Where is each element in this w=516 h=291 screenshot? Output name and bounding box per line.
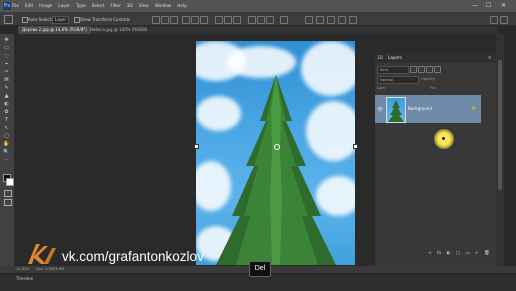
move-tool-preset-icon[interactable]	[4, 15, 13, 24]
dodge-tool-icon[interactable]: ◐	[3, 101, 10, 107]
3d-rotate-icon[interactable]	[316, 16, 324, 24]
clone-stamp-tool-icon[interactable]: ▲	[3, 93, 10, 99]
quick-select-tool-icon[interactable]: ⌖	[3, 61, 10, 67]
lock-label: Lock:	[377, 86, 387, 90]
align-bottom-icon[interactable]	[200, 16, 208, 24]
tab-3d[interactable]: 3D	[377, 55, 383, 60]
transform-controls-label: Show Transform Controls	[80, 17, 130, 22]
align-left-icon[interactable]	[152, 16, 160, 24]
filter-shape-icon[interactable]	[434, 66, 441, 73]
distribute-hc-icon[interactable]	[257, 16, 265, 24]
group-icon[interactable]: ▭	[465, 251, 469, 256]
channel-logo	[28, 244, 56, 264]
pen-tool-icon[interactable]: ✿	[3, 109, 10, 115]
3d-roll-icon[interactable]	[327, 16, 335, 24]
search-icon[interactable]	[500, 16, 508, 24]
menu-layer[interactable]: Layer	[58, 3, 70, 8]
zoom-level[interactable]: 14,63%	[16, 267, 30, 271]
hand-tool-icon[interactable]: ✋	[3, 141, 10, 147]
menu-window[interactable]: Window	[155, 3, 172, 8]
menu-select[interactable]: Select	[92, 3, 105, 8]
transform-center-icon[interactable]	[274, 144, 280, 150]
layer-thumbnail	[386, 97, 406, 123]
distribute-h-icon[interactable]	[248, 16, 256, 24]
lasso-tool-icon[interactable]: ◌	[3, 53, 10, 59]
3d-drag-icon[interactable]	[338, 16, 346, 24]
menu-type[interactable]: Type	[76, 3, 86, 8]
align-right-icon[interactable]	[170, 16, 178, 24]
menu-view[interactable]: View	[139, 3, 149, 8]
delete-layer-icon[interactable]: 🗑	[484, 251, 490, 256]
watermark-text: vk.com/grafantonkozlov	[62, 249, 204, 264]
layer-filter-kind[interactable]: Kind	[377, 66, 409, 74]
tab-document-2[interactable]: Небеса.jpg @ 100% (RGB/8)	[86, 26, 151, 34]
document-info: Doc: 4,5M/4,5M	[36, 267, 65, 271]
filter-type-icon[interactable]	[426, 66, 433, 73]
minimize-button[interactable]: —	[472, 2, 478, 9]
mask-icon[interactable]: ◐	[447, 251, 451, 256]
marquee-tool-icon[interactable]: ▭	[3, 45, 10, 51]
filter-adjust-icon[interactable]	[418, 66, 425, 73]
document-canvas[interactable]	[196, 41, 355, 265]
menu-filter[interactable]: Filter	[110, 3, 120, 8]
more-options-icon[interactable]	[280, 16, 288, 24]
distribute-center-icon[interactable]	[224, 16, 232, 24]
panel-menu-icon[interactable]: ≡	[488, 55, 492, 60]
quick-mask-icon[interactable]	[4, 190, 12, 197]
crop-tool-icon[interactable]: ✂	[3, 69, 10, 75]
link-icon[interactable]: ∞	[428, 251, 432, 256]
menu-edit[interactable]: Edit	[25, 3, 33, 8]
screen-mode-icon[interactable]	[4, 199, 12, 206]
menu-list: File Edit Image Layer Type Select Filter…	[12, 3, 187, 8]
adjustment-icon[interactable]: ▢	[456, 251, 460, 256]
maximize-button[interactable]: ☐	[486, 2, 491, 9]
distribute-right-icon[interactable]	[266, 16, 274, 24]
layers-bottom-bar: ∞ fx ◐ ▢ ▭ + 🗑	[374, 250, 496, 258]
auto-select-dropdown[interactable]: Layer	[52, 16, 70, 24]
mouse-cursor	[442, 137, 445, 140]
background-color-swatch[interactable]	[6, 178, 14, 186]
tab-document-1[interactable]: Дерево 2.jpg @ 14,6% (RGB/8*)	[18, 26, 91, 34]
keystroke-indicator: Del	[249, 261, 271, 277]
fill-label: Fill:	[430, 86, 437, 90]
distribute-bottom-icon[interactable]	[233, 16, 241, 24]
type-tool-icon[interactable]: T	[3, 117, 10, 123]
align-top-icon[interactable]	[182, 16, 190, 24]
align-center-icon[interactable]	[161, 16, 169, 24]
blend-mode-select[interactable]: Normal	[377, 76, 419, 84]
menu-image[interactable]: Image	[39, 3, 52, 8]
visibility-eye-icon[interactable]: 👁	[377, 107, 383, 113]
tab-layers[interactable]: Layers	[388, 55, 402, 60]
zoom-tool-icon[interactable]: 🔍	[3, 149, 10, 155]
more-tools-icon[interactable]: ⋯	[3, 157, 10, 163]
menu-3d[interactable]: 3D	[127, 3, 133, 8]
auto-select-label: Auto-Select:	[28, 17, 53, 22]
distribute-icon[interactable]	[215, 16, 223, 24]
scrollbar-thumb[interactable]	[498, 60, 502, 190]
tree-image	[216, 75, 336, 265]
shape-tool-icon[interactable]: ▢	[3, 133, 10, 139]
transform-handle-right[interactable]	[353, 144, 358, 149]
workspace-icon[interactable]	[490, 16, 498, 24]
new-layer-icon[interactable]: +	[475, 251, 479, 256]
3d-slide-icon[interactable]	[349, 16, 357, 24]
transform-handle-left[interactable]	[194, 144, 199, 149]
menu-file[interactable]: File	[12, 3, 19, 8]
opacity-label: Opacity:	[421, 77, 436, 81]
filter-pixel-icon[interactable]	[410, 66, 417, 73]
timeline-tab[interactable]: Timeline	[16, 276, 33, 281]
photoshop-logo: Ps	[3, 2, 11, 10]
close-button[interactable]: ✕	[501, 2, 506, 9]
path-select-tool-icon[interactable]: ↖	[3, 125, 10, 131]
align-middle-icon[interactable]	[191, 16, 199, 24]
brush-tool-icon[interactable]: ✎	[3, 85, 10, 91]
move-tool-icon[interactable]: ✥	[3, 37, 10, 43]
lock-icon: 🔒	[471, 106, 477, 111]
menu-help[interactable]: Help	[177, 3, 187, 8]
3d-mode-icon[interactable]	[305, 16, 313, 24]
frame-tool-icon[interactable]: ⌘	[3, 77, 10, 83]
fx-icon[interactable]: fx	[437, 251, 441, 256]
menu-bar: Ps File Edit Image Layer Type Select Fil…	[0, 0, 516, 12]
layer-name[interactable]: Background	[408, 106, 432, 111]
